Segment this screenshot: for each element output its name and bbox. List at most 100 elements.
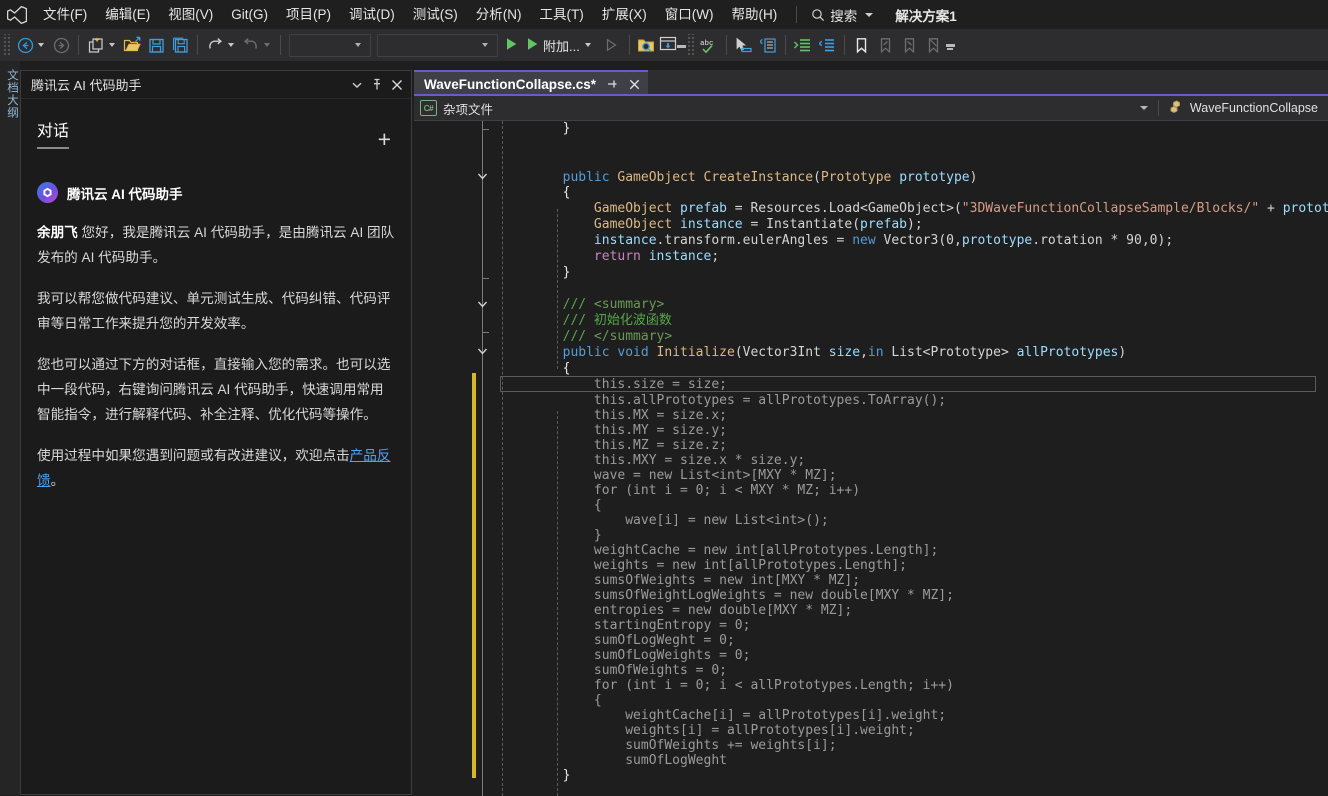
code-token: allPrototypes	[1016, 345, 1119, 360]
window-layout-button[interactable]	[659, 36, 677, 55]
editor-tab-wavefunctioncollapse[interactable]: WaveFunctionCollapse.cs*	[414, 70, 649, 96]
breadcrumb-project[interactable]: C# 杂项文件	[414, 99, 1140, 118]
redo-dropdown[interactable]	[264, 43, 270, 47]
ai-paragraph-capabilities: 我可以帮您做代码建议、单元测试生成、代码纠错、代码评审等日常工作来提升您的开发效…	[37, 291, 391, 331]
code-token: CreateInstance	[703, 170, 814, 185]
close-tab-icon[interactable]	[627, 77, 642, 92]
fold-chevron-icon[interactable]	[476, 345, 489, 358]
solution-platform-combo[interactable]	[377, 33, 498, 57]
find-in-files-icon[interactable]	[635, 33, 659, 57]
code-line: this.MZ = size.z;	[500, 438, 727, 453]
attach-play-icon	[526, 37, 539, 54]
code-line: sumOfLogWeights = 0;	[500, 648, 751, 663]
menu-item-tools[interactable]: 工具(T)	[531, 2, 593, 28]
save-all-icon[interactable]	[168, 33, 192, 57]
code-token: }	[500, 528, 602, 543]
step-into-icon[interactable]	[600, 33, 624, 57]
plus-icon[interactable]: +	[374, 128, 395, 151]
menu-item-file[interactable]: 文件(F)	[34, 2, 96, 28]
bookmark-icon[interactable]	[850, 33, 874, 57]
ai-paragraph-usage: 您也可以通过下方的对话框，直接输入您的需求。也可以选中一段代码，右键询问腾讯云 …	[37, 357, 391, 422]
toolbar-overflow-button[interactable]	[945, 41, 955, 50]
code-token: /// 初始化波函数	[500, 313, 672, 328]
pin-icon[interactable]	[367, 75, 387, 95]
code-token: Initialize	[656, 345, 735, 360]
standard-toolbar: 附加... abc	[0, 29, 1328, 61]
breadcrumb-class-label: WaveFunctionCollapse	[1189, 101, 1318, 115]
undo-icon[interactable]	[203, 33, 227, 57]
undo-dropdown[interactable]	[228, 43, 234, 47]
menu-item-test[interactable]: 测试(S)	[404, 2, 467, 28]
menu-item-analyze[interactable]: 分析(N)	[467, 2, 531, 28]
code-token: prefab	[860, 217, 908, 232]
navigate-back-icon[interactable]	[13, 33, 37, 57]
code-token: </summary>	[593, 329, 673, 344]
editor-area: WaveFunctionCollapse.cs* C# 杂项文件 WaveFun…	[414, 70, 1328, 796]
code-token: return	[500, 249, 649, 264]
compare-files-icon[interactable]	[756, 33, 780, 57]
code-line: weightCache[i] = allPrototypes[i].weight…	[500, 708, 946, 723]
tab-conversation[interactable]: 对话	[37, 117, 70, 149]
select-element-icon[interactable]	[732, 33, 756, 57]
fold-chevron-icon[interactable]	[476, 298, 489, 311]
menu-item-view[interactable]: 视图(V)	[159, 2, 222, 28]
chevron-down-icon	[482, 43, 488, 47]
code-editor-surface[interactable]: } public GameObject CreateInstance(Proto…	[414, 121, 1328, 796]
menu-divider	[796, 6, 798, 23]
new-item-dropdown[interactable]	[109, 43, 115, 47]
redo-icon[interactable]	[239, 33, 263, 57]
toolbar-grip-2[interactable]	[685, 34, 695, 56]
toolbar-grip[interactable]	[2, 34, 11, 56]
global-search[interactable]: 搜索	[807, 3, 877, 27]
menu-item-help[interactable]: 帮助(H)	[722, 2, 786, 28]
decrease-indent-icon[interactable]	[815, 33, 839, 57]
open-file-icon[interactable]	[120, 33, 144, 57]
code-token: {	[500, 185, 571, 200]
code-token: = Instantiate(	[742, 217, 861, 232]
pin-tab-icon[interactable]	[604, 77, 619, 92]
chevron-down-icon[interactable]	[1139, 106, 1148, 110]
ai-assistant-panel: 腾讯云 AI 代码助手 对话 + 腾讯云 AI 代码助手 余朋飞 您好，我是腾讯…	[20, 70, 412, 795]
code-token: this.MX = size.x;	[500, 408, 727, 423]
toolbar-divider-3	[280, 35, 281, 55]
increase-indent-icon[interactable]	[791, 33, 815, 57]
menu-item-extensions[interactable]: 扩展(X)	[593, 2, 656, 28]
fold-column[interactable]	[474, 121, 500, 796]
toolbar-divider-4	[628, 35, 630, 55]
new-item-icon[interactable]	[84, 33, 108, 57]
sidebar-item-document-outline[interactable]: 文档大纲	[4, 61, 20, 119]
attach-button[interactable]: 附加...	[522, 33, 600, 57]
window-layout-dropdown[interactable]	[676, 45, 686, 48]
solution-config-combo[interactable]	[289, 33, 371, 57]
code-token: }	[500, 121, 571, 136]
spellcheck-abc-icon[interactable]: abc	[697, 33, 721, 57]
save-icon[interactable]	[144, 33, 168, 57]
menu-item-window[interactable]: 窗口(W)	[656, 2, 723, 28]
start-debug-button[interactable]	[501, 33, 522, 57]
search-label: 搜索	[830, 8, 858, 24]
close-icon[interactable]	[387, 75, 407, 95]
next-bookmark-icon[interactable]	[898, 33, 922, 57]
navigate-forward-icon[interactable]	[49, 33, 73, 57]
clear-bookmarks-icon[interactable]	[922, 33, 946, 57]
menu-item-edit[interactable]: 编辑(E)	[96, 2, 159, 28]
code-line: this.allPrototypes = allPrototypes.ToArr…	[500, 393, 946, 408]
breadcrumb-class[interactable]: WaveFunctionCollapse	[1139, 99, 1328, 117]
code-line: instance.transform.eulerAngles = new Vec…	[500, 233, 1173, 248]
code-line: }	[500, 265, 571, 280]
fold-chevron-icon[interactable]	[476, 170, 489, 183]
back-history-dropdown[interactable]	[38, 43, 44, 47]
code-token: ///	[500, 329, 594, 344]
editor-tab-title: WaveFunctionCollapse.cs*	[424, 76, 597, 92]
class-symbol-icon	[1169, 99, 1184, 117]
code-line: sumOfWeights = 0;	[500, 663, 727, 678]
chevron-down-icon[interactable]	[347, 75, 367, 95]
code-token: prototype	[1282, 201, 1328, 216]
code-line: /// </summary>	[500, 329, 673, 344]
attach-label: 附加...	[543, 38, 580, 54]
editor-tab-strip: WaveFunctionCollapse.cs*	[414, 70, 1328, 96]
menu-item-debug[interactable]: 调试(D)	[340, 2, 404, 28]
previous-bookmark-icon[interactable]	[874, 33, 898, 57]
menu-item-git[interactable]: Git(G)	[222, 2, 277, 28]
menu-item-project[interactable]: 项目(P)	[277, 2, 340, 28]
